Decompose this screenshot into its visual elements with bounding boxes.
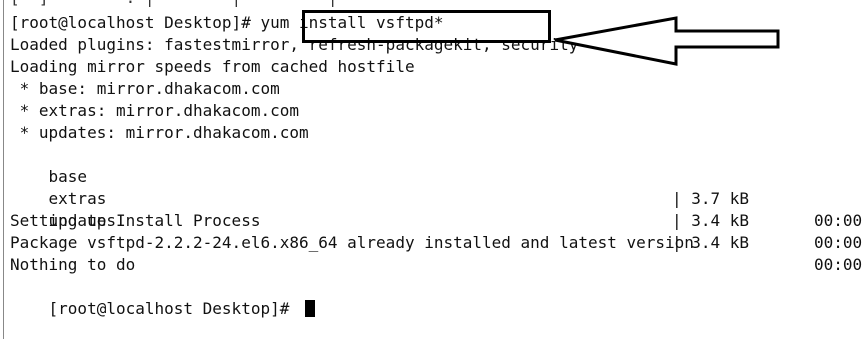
terminal-window[interactable]: [ ] . | | | [root@localhost Desktop]# yu… (0, 0, 868, 339)
annotation-arrow-icon (554, 16, 780, 66)
